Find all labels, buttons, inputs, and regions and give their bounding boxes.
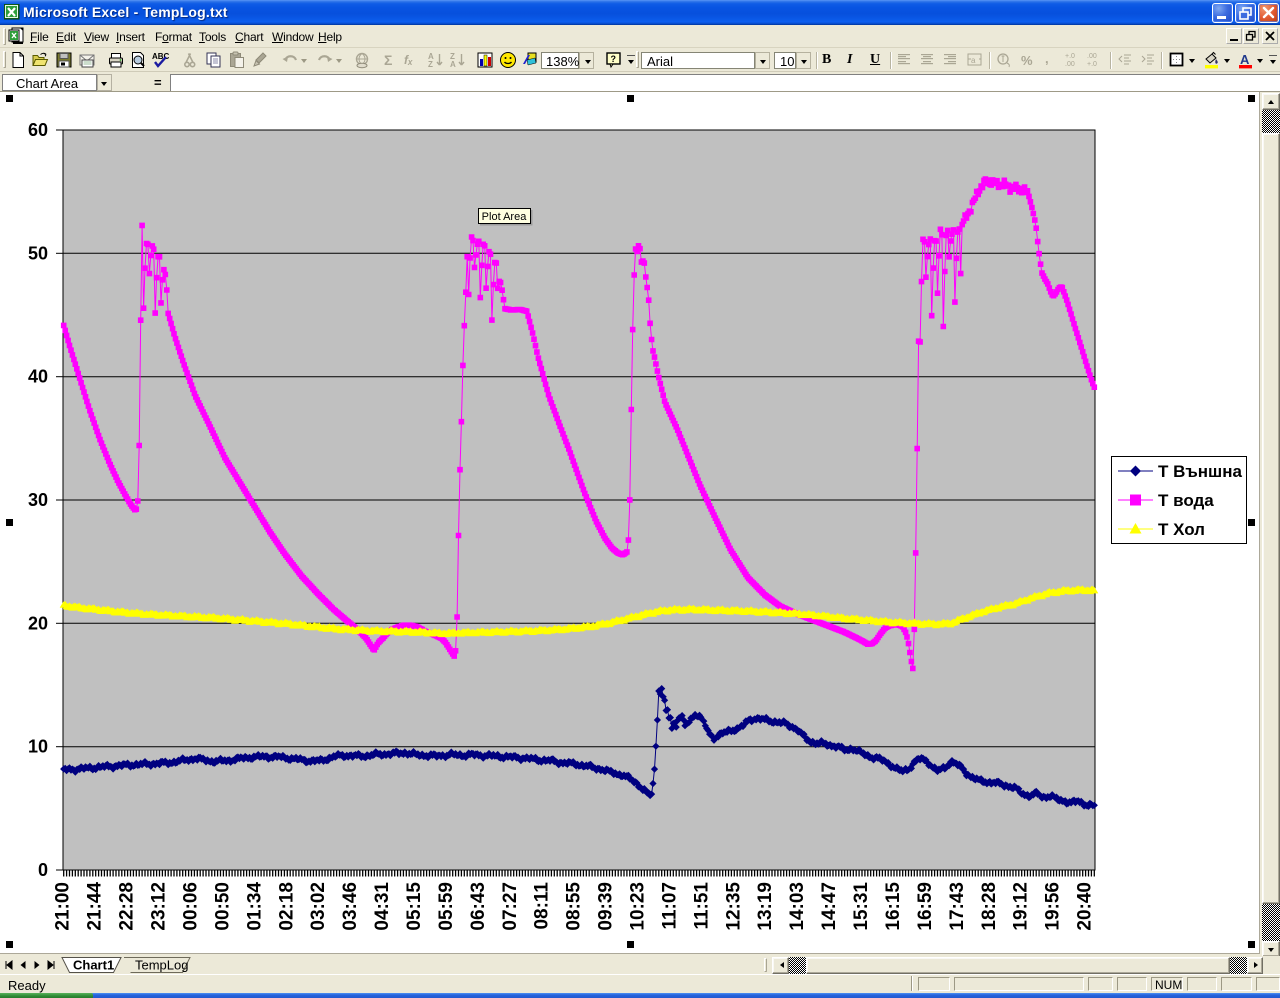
svg-text:Plot Area: Plot Area: [482, 211, 528, 223]
svg-text:a: a: [971, 56, 976, 65]
svg-text:00:06: 00:06: [181, 882, 202, 931]
svg-text:Chart1: Chart1: [73, 958, 114, 973]
svg-text:10: 10: [28, 737, 48, 757]
svg-text:20:40: 20:40: [1075, 882, 1096, 931]
svg-text:Z: Z: [428, 60, 433, 69]
svg-text:TempLog: TempLog: [135, 958, 188, 973]
svg-text:00:50: 00:50: [212, 882, 233, 931]
svg-text:19:12: 19:12: [1011, 882, 1032, 931]
svg-text:02:18: 02:18: [276, 882, 297, 931]
svg-text:40: 40: [28, 367, 48, 387]
svg-text:23:12: 23:12: [149, 882, 170, 931]
svg-text:19:56: 19:56: [1043, 882, 1064, 931]
svg-text:04:31: 04:31: [372, 882, 393, 931]
svg-text:16:15: 16:15: [883, 882, 904, 931]
svg-text:60: 60: [28, 120, 48, 140]
svg-text:14:03: 14:03: [787, 882, 808, 931]
svg-text:A: A: [450, 60, 456, 69]
svg-text:22:28: 22:28: [117, 882, 138, 931]
svg-text:03:02: 03:02: [308, 882, 329, 931]
svg-text:12:35: 12:35: [723, 882, 744, 931]
svg-text:03:46: 03:46: [340, 882, 361, 931]
svg-text:21:44: 21:44: [85, 882, 106, 931]
svg-text:.00: .00: [1087, 53, 1097, 60]
svg-text:08:55: 08:55: [564, 882, 585, 931]
svg-text:?: ?: [611, 54, 617, 64]
svg-text:%: %: [1021, 53, 1033, 68]
svg-text:11:51: 11:51: [691, 882, 712, 930]
svg-text:08:11: 08:11: [532, 882, 553, 930]
svg-text:0: 0: [38, 860, 48, 880]
svg-text:11:07: 11:07: [659, 882, 680, 930]
svg-text:21:00: 21:00: [53, 882, 74, 931]
svg-text:Σ: Σ: [384, 52, 392, 68]
svg-text:30: 30: [28, 490, 48, 510]
svg-text:ABC: ABC: [152, 52, 169, 61]
svg-text:20: 20: [28, 613, 48, 633]
svg-text:09:39: 09:39: [596, 882, 617, 931]
svg-text:13:19: 13:19: [755, 882, 776, 931]
svg-text:05:15: 05:15: [404, 882, 425, 931]
svg-text:18:28: 18:28: [979, 882, 1000, 931]
svg-text:Т Хол: Т Хол: [1158, 520, 1205, 539]
svg-text:14:47: 14:47: [819, 882, 840, 931]
svg-text:.00: .00: [1065, 61, 1075, 68]
svg-text:A: A: [1240, 52, 1250, 67]
svg-text:Т вода: Т вода: [1158, 491, 1214, 510]
svg-text:50: 50: [28, 243, 48, 263]
svg-text:+.0: +.0: [1065, 53, 1075, 60]
svg-text:05:59: 05:59: [436, 882, 457, 931]
svg-text:+.0: +.0: [1087, 61, 1097, 68]
svg-text:06:43: 06:43: [468, 882, 489, 931]
svg-text:Т Външна: Т Външна: [1158, 462, 1242, 481]
svg-text:01:34: 01:34: [244, 882, 265, 931]
svg-text:10:23: 10:23: [628, 882, 649, 931]
svg-text:07:27: 07:27: [500, 882, 521, 931]
svg-text:fₓ: fₓ: [404, 53, 413, 67]
svg-text:16:59: 16:59: [915, 882, 936, 931]
svg-text:,: ,: [1045, 51, 1049, 66]
svg-text:17:43: 17:43: [947, 882, 968, 931]
svg-text:15:31: 15:31: [851, 882, 872, 931]
